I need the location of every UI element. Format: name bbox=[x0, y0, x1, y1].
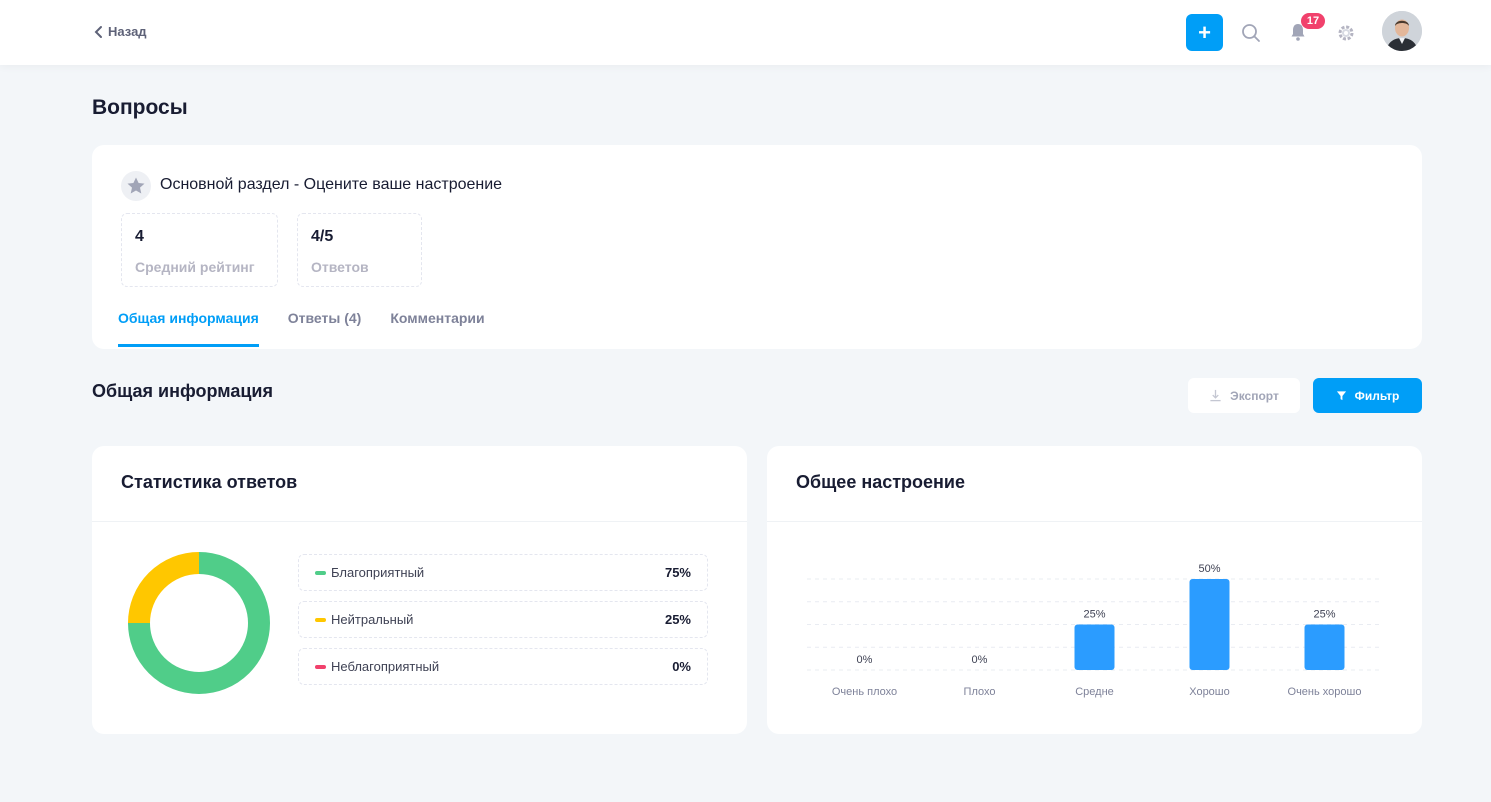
question-card: Основной раздел - Оцените ваше настроени… bbox=[92, 145, 1422, 349]
legend-percent: 25% bbox=[664, 612, 691, 627]
data-label: 0% bbox=[857, 654, 873, 666]
notification-badge: 17 bbox=[1301, 13, 1325, 29]
legend-swatch bbox=[315, 617, 326, 622]
donut-slice bbox=[128, 552, 200, 624]
legend-row-positive: Благоприятный 75% bbox=[298, 554, 708, 591]
tab-general-info[interactable]: Общая информация bbox=[118, 310, 259, 347]
page-title: Вопросы bbox=[92, 96, 188, 119]
category-label: Очень плохо bbox=[832, 686, 897, 698]
legend-label: Благоприятный bbox=[331, 565, 425, 580]
legend-swatch bbox=[315, 570, 326, 575]
legend-row-negative: Неблагоприятный 0% bbox=[298, 648, 708, 685]
divider bbox=[767, 521, 1422, 522]
legend-percent: 0% bbox=[672, 659, 691, 674]
stat-value: 4/5 bbox=[311, 228, 334, 245]
back-label: Назад bbox=[108, 24, 147, 39]
legend-label: Неблагоприятный bbox=[331, 659, 440, 674]
data-label: 25% bbox=[1313, 609, 1335, 621]
bar-chart: 0% Очень плохо 0% Плохо 25% Средне 50% Хорошо 25… bbox=[807, 563, 1382, 698]
export-button[interactable]: Экспорт bbox=[1188, 378, 1300, 413]
chevron-left-icon bbox=[94, 25, 102, 38]
top-bar: Назад + 17 bbox=[0, 0, 1491, 65]
filter-icon bbox=[1336, 391, 1346, 401]
tab-bar: Общая информация Ответы (4) Комментарии bbox=[118, 310, 485, 347]
stat-label: Ответов bbox=[311, 259, 369, 275]
stat-value: 4 bbox=[135, 228, 144, 245]
search-icon[interactable] bbox=[1241, 23, 1261, 43]
legend-row-neutral: Нейтральный 25% bbox=[298, 601, 708, 638]
user-photo-icon bbox=[1382, 11, 1422, 51]
bar bbox=[1304, 624, 1345, 670]
filter-label: Фильтр bbox=[1354, 388, 1400, 403]
download-icon bbox=[1210, 389, 1221, 402]
category-label: Хорошо bbox=[1189, 686, 1230, 698]
stat-answers: 4/5 Ответов bbox=[297, 213, 422, 287]
category-label: Очень хорошо bbox=[1288, 686, 1362, 698]
export-label: Экспорт bbox=[1230, 388, 1279, 403]
category-label: Плохо bbox=[964, 686, 996, 698]
legend-label: Нейтральный bbox=[331, 612, 414, 627]
filter-button[interactable]: Фильтр bbox=[1313, 378, 1422, 413]
data-label: 50% bbox=[1198, 563, 1220, 575]
data-label: 0% bbox=[972, 654, 988, 666]
question-title: Основной раздел - Оцените ваше настроени… bbox=[160, 176, 503, 193]
bar bbox=[1189, 579, 1230, 670]
response-stats-card: Статистика ответов Благоприятный 75% Ней… bbox=[92, 446, 747, 734]
stat-average-rating: 4 Средний рейтинг bbox=[121, 213, 278, 287]
card-title: Общее настроение bbox=[796, 472, 965, 492]
bar bbox=[1074, 624, 1115, 670]
back-link[interactable]: Назад bbox=[94, 24, 147, 39]
overall-mood-card: Общее настроение 0% Очень плохо 0% Плохо 25%… bbox=[767, 446, 1422, 734]
data-label: 25% bbox=[1083, 609, 1105, 621]
stat-label: Средний рейтинг bbox=[135, 259, 255, 275]
legend-swatch bbox=[315, 664, 326, 669]
card-title: Статистика ответов bbox=[121, 472, 298, 492]
add-button[interactable]: + bbox=[1186, 14, 1223, 51]
donut-chart bbox=[128, 552, 270, 694]
divider bbox=[92, 521, 747, 522]
tab-answers[interactable]: Ответы (4) bbox=[288, 310, 362, 347]
legend-percent: 75% bbox=[664, 565, 691, 580]
gear-icon[interactable] bbox=[1336, 23, 1356, 43]
avatar[interactable] bbox=[1382, 11, 1422, 51]
star-icon bbox=[121, 171, 151, 201]
tab-comments[interactable]: Комментарии bbox=[390, 310, 484, 347]
category-label: Средне bbox=[1075, 686, 1114, 698]
section-title: Общая информация bbox=[92, 381, 273, 401]
